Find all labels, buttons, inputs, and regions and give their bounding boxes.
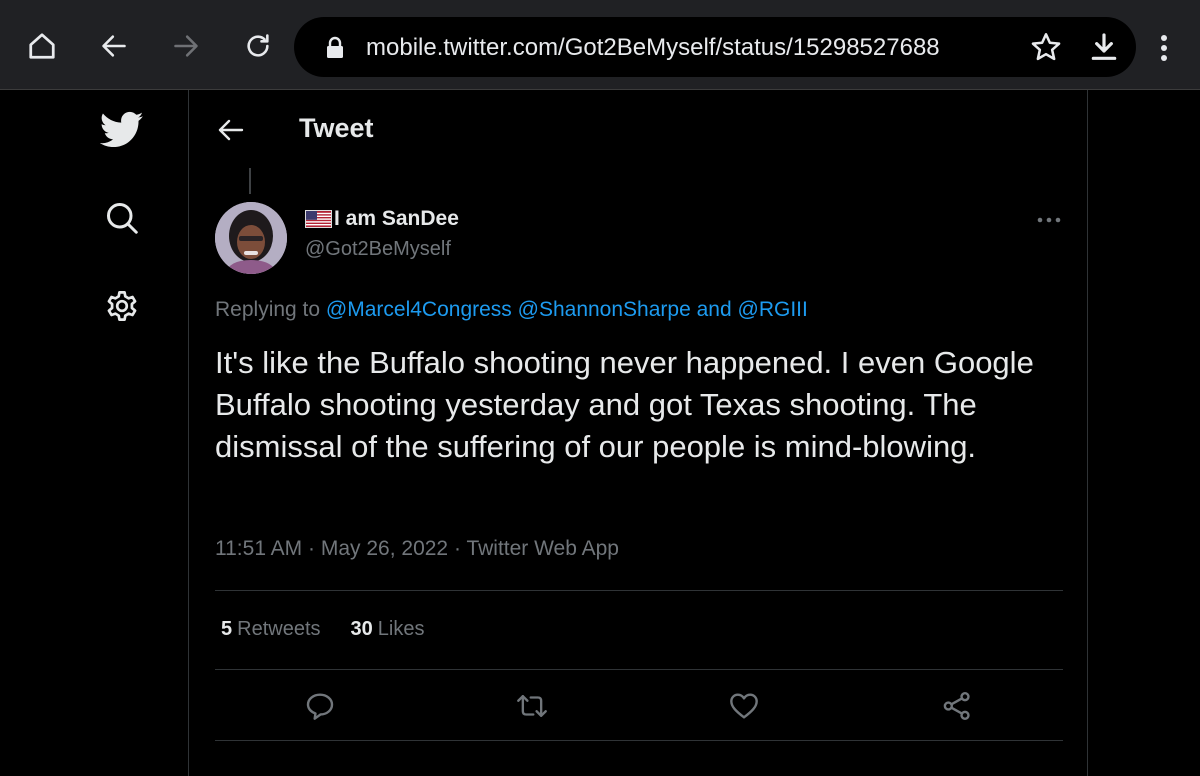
page-title: Tweet (299, 113, 374, 143)
reload-button[interactable] (236, 24, 280, 68)
lock-icon (327, 36, 343, 58)
retweets-count: 5 (221, 618, 233, 640)
likes-label: Likes (377, 618, 425, 640)
divider (215, 669, 1063, 670)
thread-connector (249, 168, 251, 194)
home-icon (29, 33, 55, 59)
download-icon (1091, 33, 1117, 60)
arrow-right-icon (174, 35, 198, 57)
arrow-left-icon (102, 35, 126, 57)
search-nav-link[interactable] (100, 196, 144, 240)
display-name[interactable]: I am SanDee (305, 206, 459, 232)
divider (215, 740, 1063, 741)
arrow-left-icon (218, 119, 244, 141)
likes-stat[interactable]: 30 Likes (351, 616, 425, 642)
more-vertical-icon (1161, 35, 1167, 61)
tweet-text: It's like the Buffalo shooting never hap… (215, 345, 1034, 464)
home-button[interactable] (20, 24, 64, 68)
more-horizontal-icon (1037, 217, 1061, 223)
address-url[interactable]: mobile.twitter.com/Got2BeMyself/status/1… (366, 33, 1016, 63)
divider (215, 590, 1063, 591)
user-handle[interactable]: @Got2BeMyself (305, 236, 451, 262)
replying-prefix: Replying to (215, 298, 321, 321)
meta-separator: · (453, 537, 461, 560)
share-icon (943, 692, 970, 720)
gear-icon (107, 291, 137, 322)
bookmark-button[interactable] (1030, 31, 1062, 63)
twitter-home-link[interactable] (100, 108, 144, 152)
search-icon (107, 203, 138, 234)
more-options-button[interactable] (1033, 206, 1065, 234)
likes-count: 30 (350, 618, 373, 640)
meta-separator: · (308, 537, 316, 560)
avatar-image (215, 202, 287, 274)
replying-to: Replying to @Marcel4Congress @ShannonSha… (215, 296, 808, 324)
back-button[interactable] (213, 112, 249, 148)
avatar[interactable] (215, 202, 287, 274)
tweet-stats: 5 Retweets 30 Likes (221, 616, 454, 642)
tweet-column: Tweet I am SanDee @Got2BeMyself Replying… (188, 90, 1088, 776)
us-flag-icon (305, 210, 332, 228)
download-button[interactable] (1088, 31, 1120, 63)
heart-icon (730, 693, 758, 719)
share-button[interactable] (937, 686, 977, 726)
browser-toolbar: mobile.twitter.com/Got2BeMyself/status/1… (0, 0, 1200, 90)
reply-button[interactable] (300, 686, 340, 726)
mention-link-2[interactable]: @ShannonSharpe (518, 298, 691, 321)
twitter-bird-icon (100, 111, 144, 148)
retweets-label: Retweets (237, 618, 321, 640)
tweet-time[interactable]: 11:51 AM (215, 537, 302, 560)
reload-icon (247, 34, 269, 57)
display-name-text: I am SanDee (334, 207, 459, 230)
mention-link-1[interactable]: @Marcel4Congress (326, 298, 512, 321)
browser-menu-button[interactable] (1148, 30, 1180, 66)
star-icon (1031, 33, 1061, 61)
tweet-meta: 11:51 AM · May 26, 2022 · Twitter Web Ap… (215, 535, 619, 563)
replying-and[interactable]: and (697, 298, 732, 321)
address-bar[interactable]: mobile.twitter.com/Got2BeMyself/status/1… (294, 17, 1136, 77)
browser-forward-button[interactable] (164, 24, 208, 68)
retweet-button[interactable] (512, 686, 552, 726)
tweet-date[interactable]: May 26, 2022 (321, 537, 448, 560)
like-button[interactable] (724, 686, 764, 726)
tweet-source[interactable]: Twitter Web App (466, 537, 619, 560)
settings-nav-link[interactable] (100, 284, 144, 328)
retweets-stat[interactable]: 5 Retweets (221, 616, 321, 642)
mention-link-3[interactable]: @RGIII (738, 298, 808, 321)
reply-icon (306, 693, 334, 720)
browser-back-button[interactable] (92, 24, 136, 68)
retweet-icon (517, 695, 547, 717)
